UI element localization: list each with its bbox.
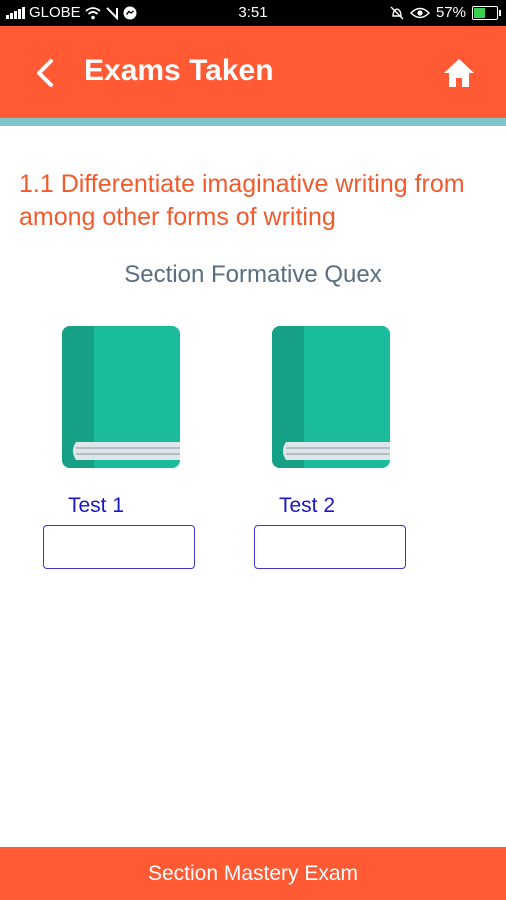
test-2-score-box	[254, 525, 406, 569]
home-icon	[444, 59, 474, 87]
test-1-label[interactable]: Test 1	[68, 494, 124, 518]
home-button[interactable]	[442, 56, 476, 90]
section-label: Section Formative Quex	[124, 261, 382, 288]
test-1-card[interactable]	[62, 326, 180, 468]
battery-level	[474, 7, 486, 18]
back-button[interactable]	[30, 56, 64, 90]
book-icon	[62, 326, 180, 468]
app-bar-divider	[0, 118, 506, 126]
battery-icon	[472, 5, 501, 20]
test-2-label[interactable]: Test 2	[279, 494, 335, 518]
page-title: Exams Taken	[84, 54, 274, 87]
eye-icon	[409, 7, 430, 18]
alarm-off-icon	[390, 6, 404, 19]
book-icon	[272, 326, 390, 468]
section-mastery-exam-button[interactable]: Section Mastery Exam	[0, 847, 506, 900]
test-2-card[interactable]	[272, 326, 390, 468]
back-chevron-icon	[37, 59, 53, 87]
test-1-score-box	[43, 525, 195, 569]
status-bar: GLOBE 3:51 57%	[0, 0, 506, 26]
lesson-heading: 1.1 Differentiate imaginative writing fr…	[19, 170, 465, 231]
battery-percent: 57%	[435, 4, 466, 21]
status-right: 57%	[390, 4, 501, 21]
section-mastery-exam-label: Section Mastery Exam	[147, 861, 359, 885]
